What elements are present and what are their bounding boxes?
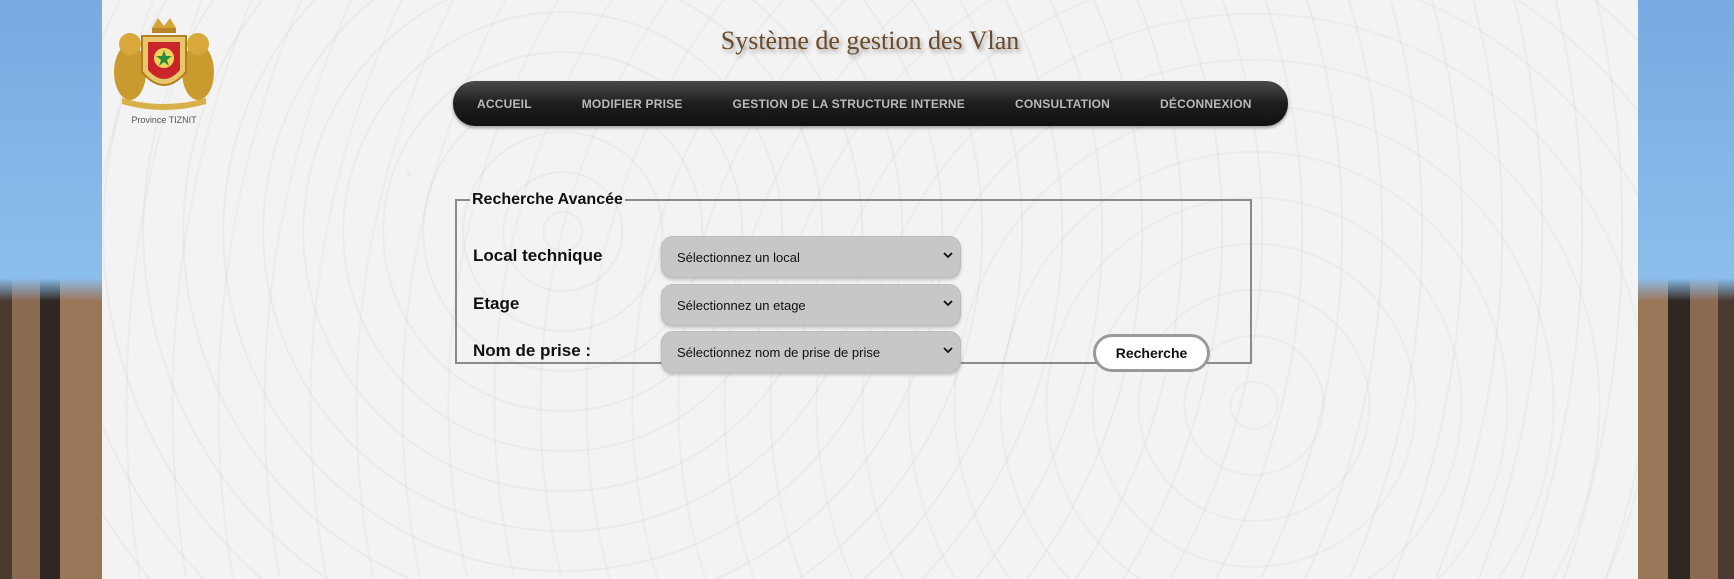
background-photo-right [1638,0,1734,579]
recherche-button[interactable]: Recherche [1093,334,1210,372]
etage-select[interactable]: Sélectionnez un etage [661,284,961,326]
logo-caption: Province TIZNIT [131,115,197,125]
local-technique-select-value: Sélectionnez un local [677,249,800,265]
chevron-down-icon [943,252,953,259]
local-technique-label: Local technique [473,246,603,265]
etage-label: Etage [473,294,520,313]
main-page: Province TIZNIT Système de gestion des V… [102,0,1638,579]
local-technique-select[interactable]: Sélectionnez un local [661,236,961,278]
background-photo-left [0,0,102,579]
etage-select-value: Sélectionnez un etage [677,297,806,313]
nav-item-gestion-structure[interactable]: GESTION DE LA STRUCTURE INTERNE [708,97,990,111]
nom-de-prise-label: Nom de prise : [473,341,592,360]
nav-item-consultation[interactable]: CONSULTATION [990,97,1135,111]
nav-item-modifier-prise[interactable]: MODIFIER PRISE [557,97,708,111]
main-nav: ACCUEIL MODIFIER PRISE GESTION DE LA STR… [453,81,1288,126]
advanced-search-fieldset: Recherche Avancée Local technique Sélect… [455,191,1252,373]
chevron-down-icon [943,347,953,354]
nav-item-deconnexion[interactable]: DÉCONNEXION [1135,97,1277,111]
nom-de-prise-select[interactable]: Sélectionnez nom de prise de prise [661,331,961,373]
nom-de-prise-select-value: Sélectionnez nom de prise de prise [677,344,881,360]
nav-item-accueil[interactable]: ACCUEIL [453,97,557,111]
advanced-search-legend: Recherche Avancée [472,191,623,208]
page-title: Système de gestion des Vlan [720,26,1020,55]
chevron-down-icon [943,300,953,307]
